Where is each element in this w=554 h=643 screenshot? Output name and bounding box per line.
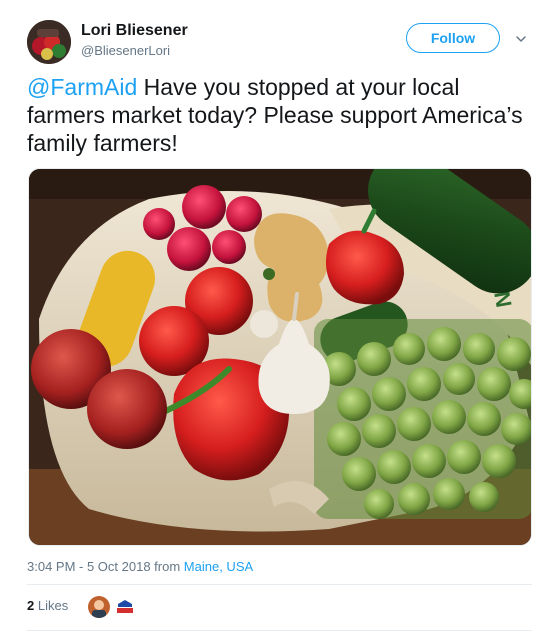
liker-logo[interactable] [114, 596, 136, 618]
likes-label: Likes [34, 598, 69, 613]
divider [27, 630, 532, 631]
likes-summary[interactable]: 2 Likes [27, 598, 68, 613]
mention-link[interactable]: @FarmAid [27, 74, 137, 100]
avatar[interactable] [27, 20, 71, 64]
divider [27, 584, 532, 585]
tweet-header: Lori Bliesener @BliesenerLori Follow [27, 17, 537, 65]
chevron-down-icon[interactable] [515, 33, 527, 45]
liker-avatar-image [88, 596, 110, 618]
location-link[interactable]: Maine, USA [184, 559, 253, 574]
follow-button[interactable]: Follow [406, 23, 500, 53]
tweet-timestamp: 3:04 PM - 5 Oct 2018 from Maine, USA [27, 559, 253, 574]
tweet-text: @FarmAid Have you stopped at your local … [27, 73, 532, 157]
produce-photo: EEN [29, 169, 531, 545]
user-handle[interactable]: @BliesenerLori [81, 43, 170, 58]
liker-avatar[interactable] [88, 596, 110, 618]
tweet-photo[interactable]: EEN [28, 168, 532, 546]
avatar-image [27, 20, 71, 64]
liker-logo-image [114, 596, 136, 618]
display-name[interactable]: Lori Bliesener [81, 22, 188, 40]
timestamp-text[interactable]: 3:04 PM - 5 Oct 2018 from [27, 559, 184, 574]
